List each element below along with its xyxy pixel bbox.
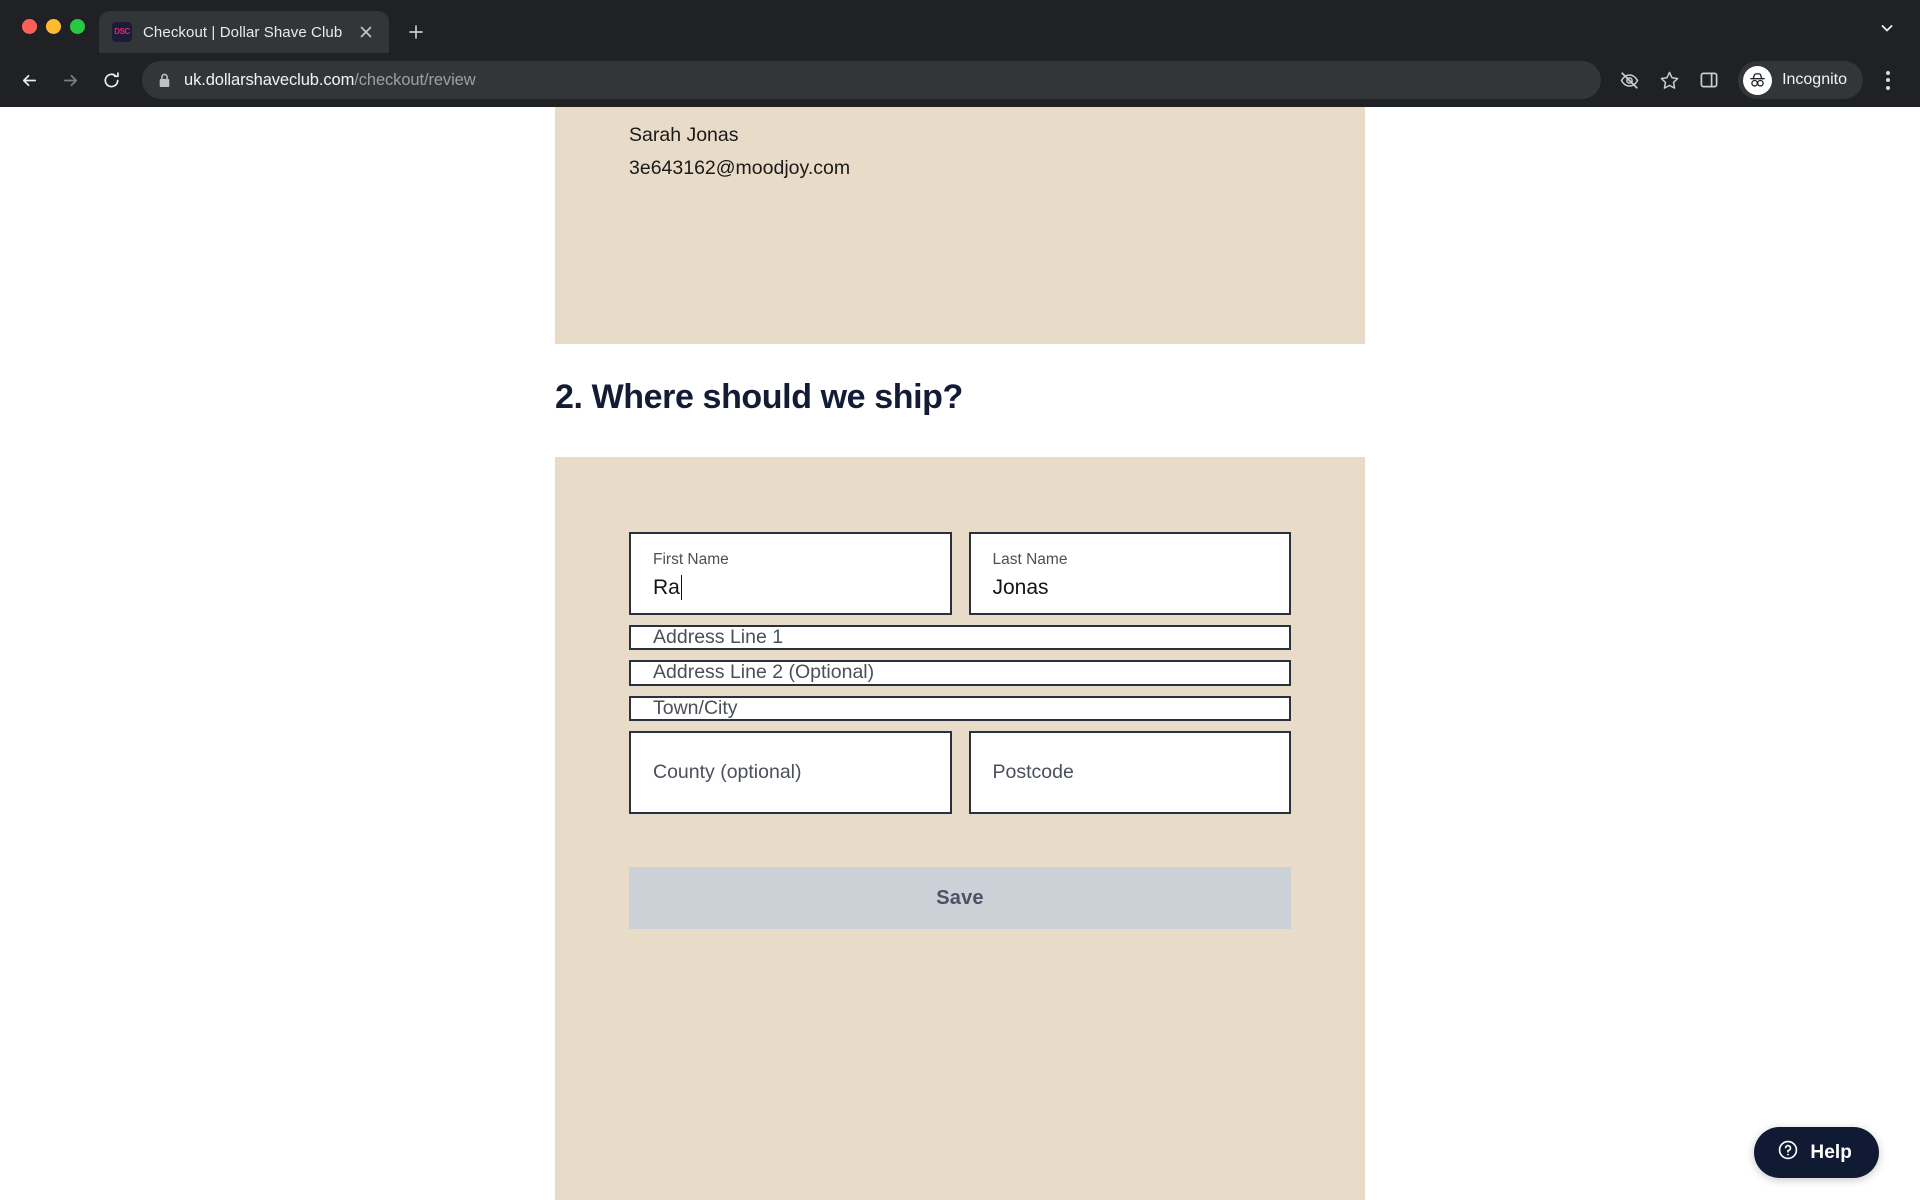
shipping-address-card: First Name Ra Last Name Jonas Address Li… [555,457,1365,1200]
incognito-indicator[interactable]: Incognito [1738,61,1863,99]
close-tab-icon[interactable] [355,21,377,43]
county-field[interactable]: County (optional) [629,731,952,815]
town-city-placeholder: Town/City [653,696,738,719]
toolbar-icon-group [1610,61,1728,99]
text-cursor [680,575,683,600]
postcode-field[interactable]: Postcode [968,731,1291,815]
checkout-page: Sarah Jonas 3e643162@moodjoy.com 2. Wher… [0,107,1920,1200]
help-widget-button[interactable]: Help [1754,1127,1879,1178]
star-icon[interactable] [1650,61,1688,99]
close-window-button[interactable] [22,19,37,34]
reload-button[interactable] [92,61,130,99]
town-city-field[interactable]: Town/City [629,695,1291,722]
tab-title: Checkout | Dollar Shave Club [143,23,343,41]
minimize-window-button[interactable] [46,19,61,34]
shipping-address-form: First Name Ra Last Name Jonas Address Li… [629,532,1291,930]
customer-summary-card: Sarah Jonas 3e643162@moodjoy.com [555,107,1365,344]
postcode-placeholder: Postcode [992,761,1074,784]
back-button[interactable] [10,61,48,99]
browser-chrome: DSC Checkout | Dollar Shave Club uk.doll… [0,0,1920,107]
address-line-1-placeholder: Address Line 1 [653,626,784,648]
address-line-1-field[interactable]: Address Line 1 [629,625,1291,651]
url-path: /checkout/review [354,70,476,89]
url-host: uk.dollarshaveclub.com [184,70,355,89]
address-line-2-field[interactable]: Address Line 2 (Optional) [629,660,1291,686]
county-postcode-row: County (optional) Postcode [629,731,1291,815]
browser-tab[interactable]: DSC Checkout | Dollar Shave Club [99,11,389,53]
first-name-input[interactable]: Ra [653,575,928,600]
last-name-label: Last Name [992,551,1068,568]
maximize-window-button[interactable] [70,19,85,34]
eye-slash-icon[interactable] [1610,61,1648,99]
address-line-2-placeholder: Address Line 2 (Optional) [653,661,875,684]
save-button-row: Save [629,824,1291,930]
last-name-input[interactable]: Jonas [993,576,1268,599]
question-mark-icon [1777,1139,1799,1166]
first-name-field[interactable]: First Name Ra [629,532,952,615]
name-row: First Name Ra Last Name Jonas [629,532,1291,615]
page-viewport: Sarah Jonas 3e643162@moodjoy.com 2. Wher… [0,107,1920,1200]
shipping-section-heading: 2. Where should we ship? [555,378,963,416]
forward-button[interactable] [51,61,89,99]
address-bar[interactable]: uk.dollarshaveclub.com/checkout/review [142,61,1602,99]
incognito-label: Incognito [1782,71,1847,88]
tab-strip: DSC Checkout | Dollar Shave Club [0,0,1920,53]
browser-menu-icon[interactable] [1870,61,1906,99]
save-button[interactable]: Save [629,867,1291,930]
side-panel-icon[interactable] [1690,61,1728,99]
first-name-value: Ra [653,575,680,599]
browser-toolbar: uk.dollarshaveclub.com/checkout/review I… [0,53,1920,107]
lock-icon [158,73,171,88]
new-tab-icon[interactable] [399,15,433,49]
county-placeholder: County (optional) [653,761,802,784]
first-name-label: First Name [653,551,729,568]
last-name-field[interactable]: Last Name Jonas [968,532,1291,615]
browser-window: DSC Checkout | Dollar Shave Club uk.doll… [0,0,1920,1200]
customer-name: Sarah Jonas [629,124,739,146]
favicon-icon: DSC [112,22,132,42]
help-label: Help [1810,1141,1852,1163]
incognito-avatar-icon [1743,65,1773,95]
chevron-down-icon[interactable] [1872,13,1902,43]
window-controls [12,0,99,53]
customer-email: 3e643162@moodjoy.com [629,156,851,179]
url-text: uk.dollarshaveclub.com/checkout/review [184,71,476,90]
